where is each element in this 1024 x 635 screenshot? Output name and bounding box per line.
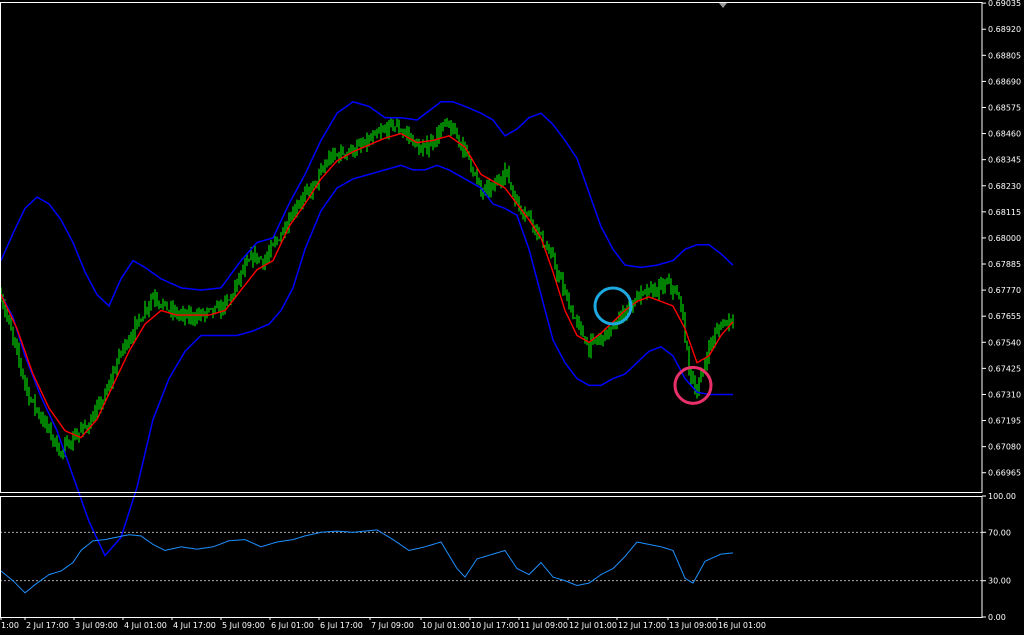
rsi-tick-label-3: 0.00 [988, 613, 1006, 622]
price-tick-label-4: 0.68575 [988, 103, 1021, 112]
chart-canvas[interactable]: 0.69035 0.68920 0.68805 0.68690 0.68575 0.684… [0, 0, 1024, 631]
price-tick-label-17: 0.67080 [988, 443, 1021, 452]
time-tick-label-2: 3 Jul 09:00 [75, 621, 118, 630]
price-tick-label-6: 0.68345 [988, 156, 1021, 165]
price-tick-label-0: 0.69035 [988, 0, 1021, 8]
price-tick-label-1: 0.68920 [988, 25, 1021, 34]
chart-terminal: 0.69035 0.68920 0.68805 0.68690 0.68575 0.684… [0, 0, 1024, 631]
price-tick-label-10: 0.67885 [988, 260, 1021, 269]
price-tick-label-15: 0.67310 [988, 390, 1021, 399]
price-tick-label-2: 0.68805 [988, 51, 1021, 60]
price-tick-label-18: 0.66965 [988, 469, 1021, 478]
price-tick-label-8: 0.68115 [988, 208, 1021, 217]
price-tick-label-13: 0.67540 [988, 338, 1021, 347]
time-tick-label-10: 10 Jul 17:00 [471, 621, 519, 630]
chart-background [0, 0, 1024, 631]
rsi-tick-label-2: 30.00 [988, 577, 1011, 586]
time-tick-label-1: 2 Jul 17:00 [26, 621, 69, 630]
price-tick-label-5: 0.68460 [988, 130, 1021, 139]
rsi-tick-label-1: 70.00 [988, 528, 1011, 537]
price-tick-label-9: 0.68000 [988, 234, 1021, 243]
price-tick-label-11: 0.67770 [988, 286, 1021, 295]
time-tick-label-3: 4 Jul 01:00 [124, 621, 167, 630]
rsi-tick-label-0: 100.00 [988, 492, 1016, 501]
time-tick-label-13: 12 Jul 17:00 [618, 621, 666, 630]
price-tick-label-3: 0.68690 [988, 77, 1021, 86]
price-tick-label-12: 0.67655 [988, 312, 1021, 321]
time-tick-label-4: 4 Jul 17:00 [173, 621, 216, 630]
time-tick-label-14: 13 Jul 09:00 [669, 621, 717, 630]
price-tick-label-16: 0.67195 [988, 417, 1021, 426]
time-tick-label-8: 7 Jul 09:00 [371, 621, 414, 630]
time-tick-label-15: 16 Jul 01:00 [718, 621, 766, 630]
time-tick-label-5: 5 Jul 09:00 [222, 621, 265, 630]
time-tick-label-6: 6 Jul 01:00 [271, 621, 314, 630]
time-tick-label-9: 10 Jul 01:00 [422, 621, 470, 630]
time-tick-label-11: 11 Jul 09:00 [520, 621, 568, 630]
time-tick-label-7: 6 Jul 17:00 [320, 621, 363, 630]
price-tick-label-7: 0.68230 [988, 182, 1021, 191]
price-tick-label-14: 0.67425 [988, 364, 1021, 373]
time-tick-label-12: 12 Jul 01:00 [569, 621, 617, 630]
time-tick-label-0: 1:00 [1, 621, 19, 630]
